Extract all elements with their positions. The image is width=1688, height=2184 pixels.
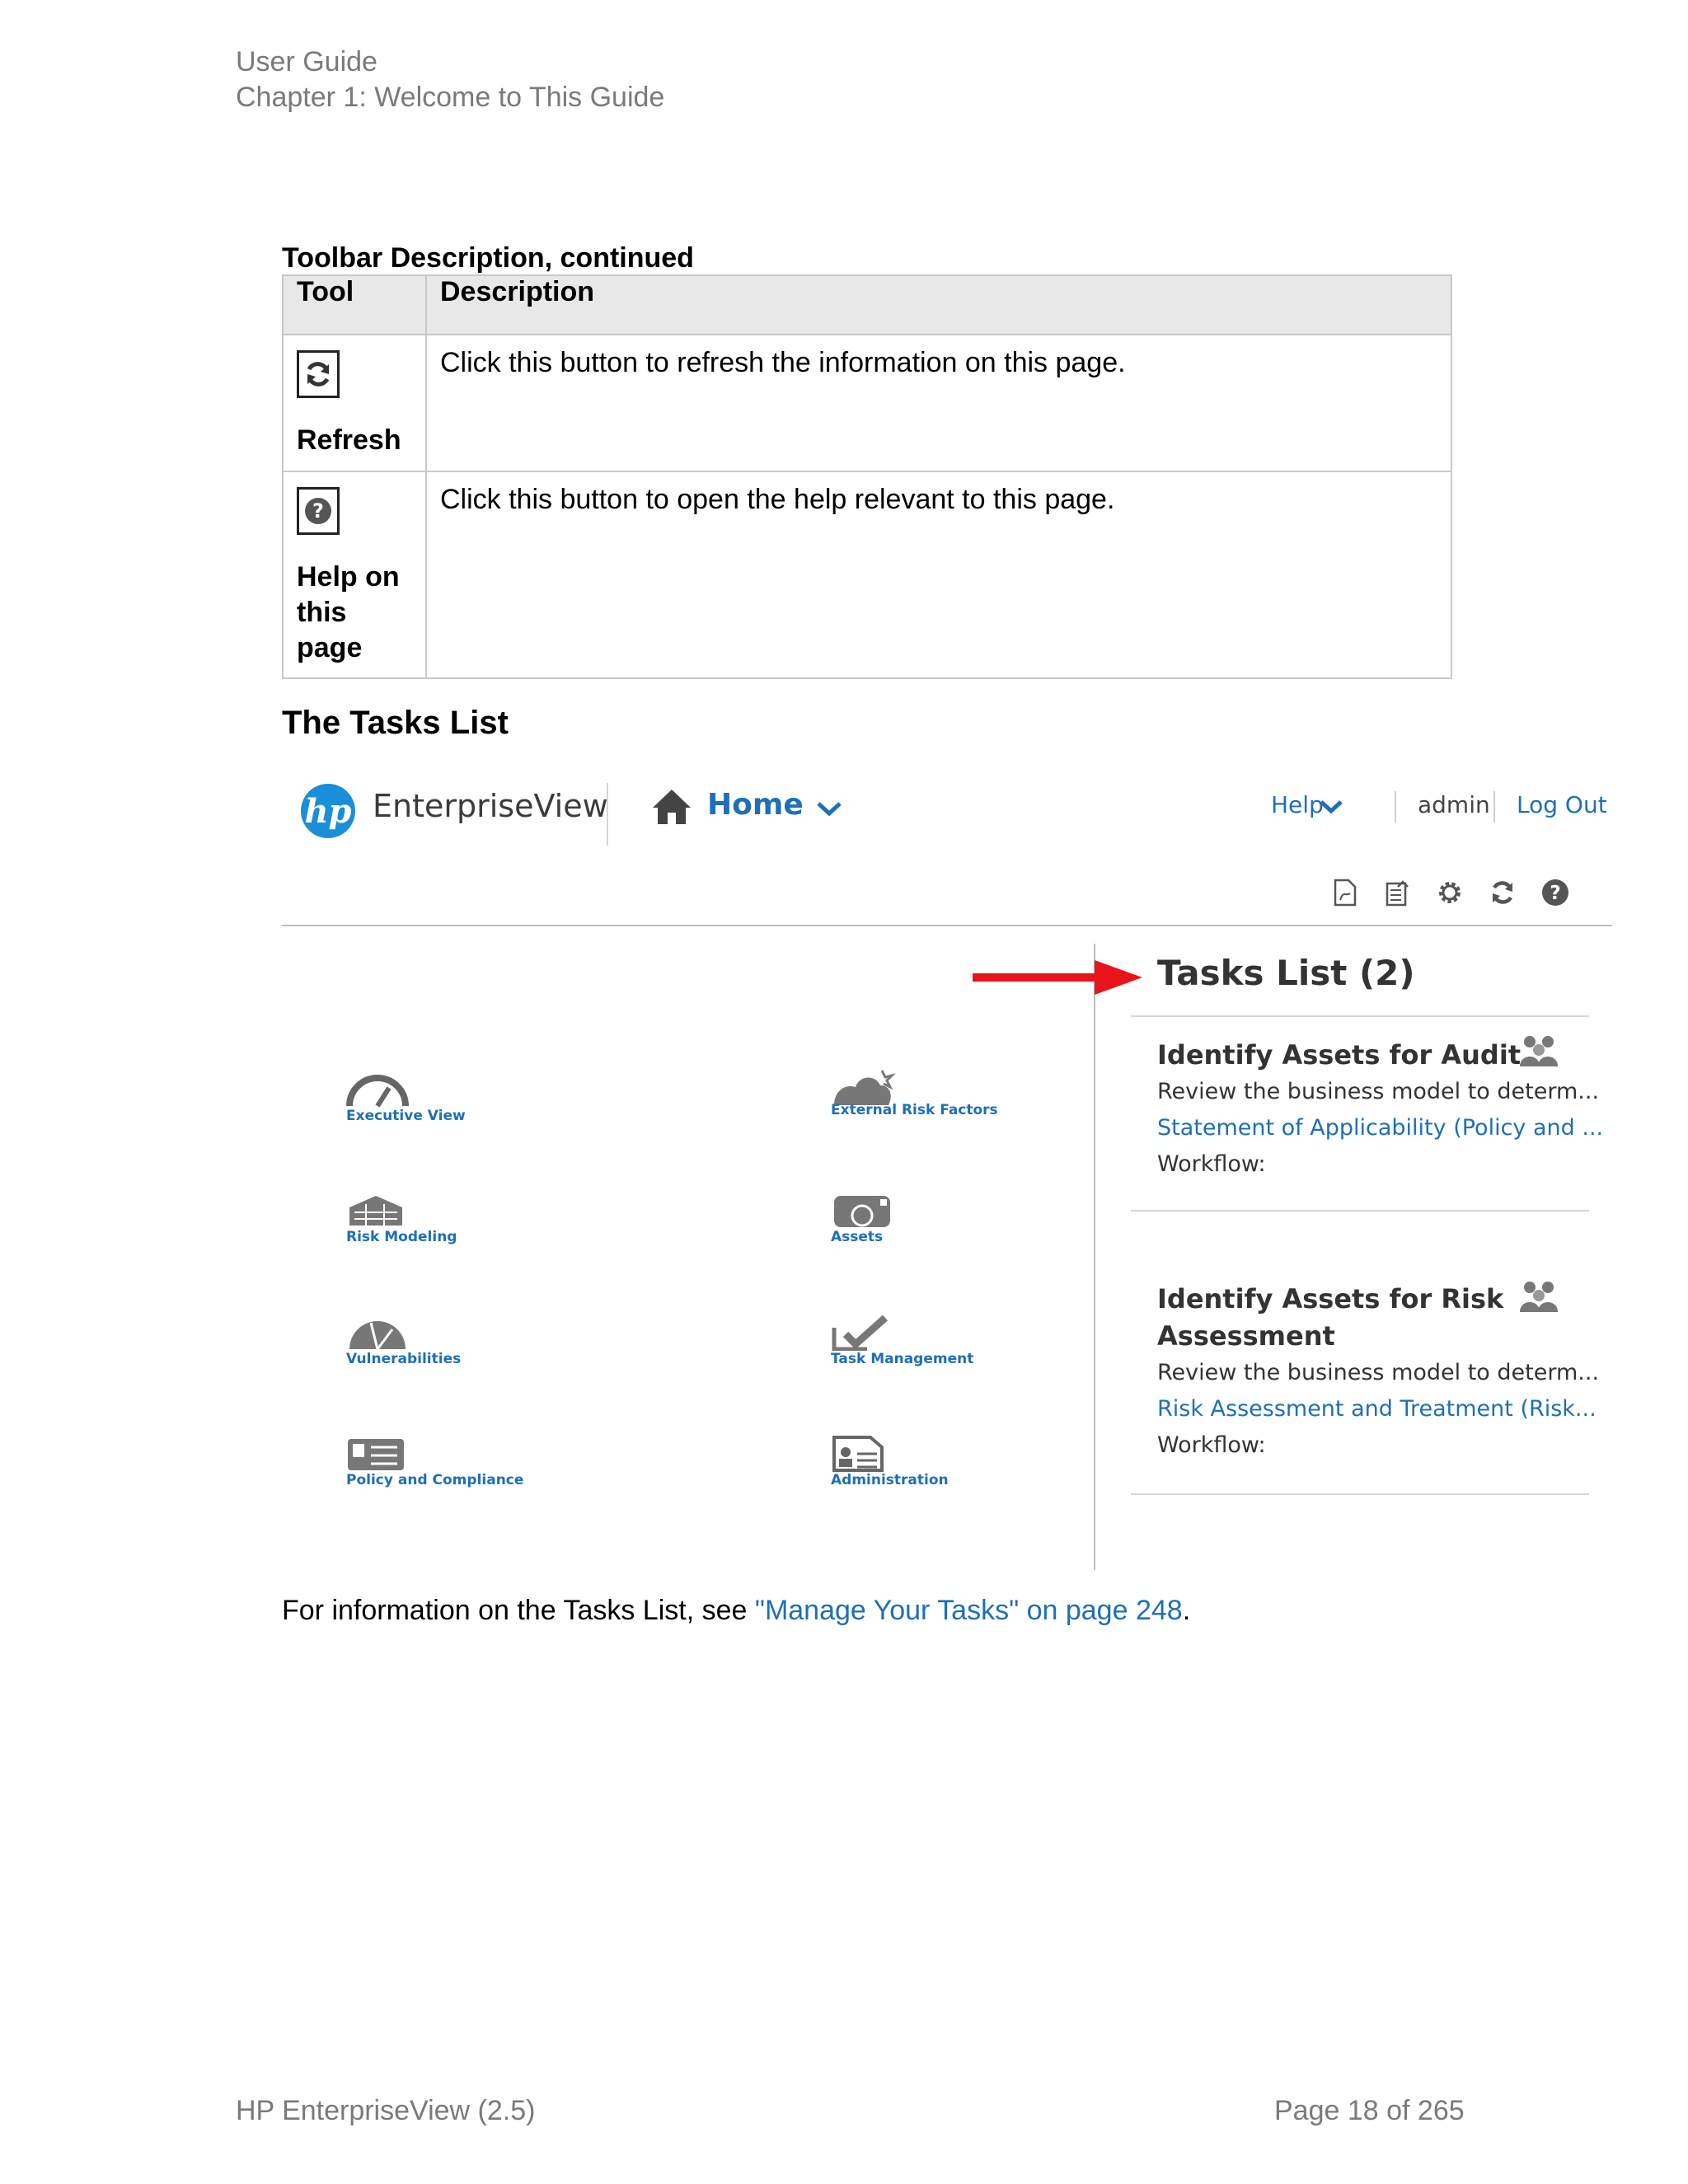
home-menu[interactable]: Home <box>707 788 804 822</box>
checkmark-icon <box>832 1315 888 1351</box>
tile-risk-modeling[interactable]: Risk Modeling <box>346 1193 544 1250</box>
info-text: For information on the Tasks List, see <box>282 1595 755 1626</box>
tool-name: Refresh <box>297 424 401 456</box>
divider <box>1131 1210 1589 1212</box>
group-icon <box>1520 1036 1558 1066</box>
tile-external-risk-factors[interactable]: External Risk Factors <box>831 1066 1029 1123</box>
divider <box>1493 791 1495 823</box>
tile-administration[interactable]: Administration <box>831 1436 1029 1493</box>
info-period: . <box>1182 1595 1191 1626</box>
tile-assets[interactable]: Assets <box>831 1193 1029 1250</box>
brand-name: EnterpriseView <box>373 788 608 824</box>
table-row: ? Help on this page Click this button to… <box>282 471 1452 679</box>
task-workflow-link[interactable]: Risk Assessment and Treatment (Risk... <box>1157 1391 1597 1427</box>
tool-description: Click this button to open the help relev… <box>425 471 1452 679</box>
help-icon[interactable]: ? <box>1541 879 1569 907</box>
module-tiles: Executive View External Risk Factors Ris… <box>282 927 1094 1570</box>
task-workflow-label: Workflow: <box>1157 1432 1266 1458</box>
header-chapter-title: Chapter 1: Welcome to This Guide <box>236 82 665 113</box>
task-item[interactable]: Identify Assets for Audit Review the bus… <box>1157 1037 1603 1183</box>
task-description: Review the business model to determ... <box>1157 1079 1600 1104</box>
tool-description: Click this button to refresh the informa… <box>425 334 1452 472</box>
divider <box>1395 791 1396 823</box>
report-icon[interactable] <box>1383 879 1411 907</box>
task-title[interactable]: Identify Assets for Audit <box>1157 1037 1569 1074</box>
administration-icon <box>832 1436 884 1472</box>
chevron-down-icon[interactable] <box>816 801 842 818</box>
tile-label: Executive View <box>346 1108 466 1124</box>
gear-icon[interactable] <box>1436 879 1464 907</box>
tool-name: Help on this page <box>297 561 400 663</box>
refresh-icon <box>297 350 340 398</box>
tile-policy-and-compliance[interactable]: Policy and Compliance <box>346 1436 544 1493</box>
toolbar-description-table: Tool Description Refresh Click this butt… <box>282 274 1452 679</box>
table-row: Refresh Click this button to refresh the… <box>282 334 1452 472</box>
tool-cell: Refresh <box>282 334 427 472</box>
svg-text:?: ? <box>1550 883 1560 904</box>
task-workflow-label: Workflow: <box>1157 1151 1266 1177</box>
task-item[interactable]: Identify Assets for Risk Assessment Revi… <box>1157 1281 1600 1464</box>
assets-icon <box>834 1196 890 1227</box>
divider <box>1131 1015 1589 1017</box>
chevron-down-icon[interactable] <box>1319 799 1343 816</box>
footer-page-number: Page 18 of 265 <box>1274 2095 1465 2126</box>
tile-label: External Risk Factors <box>831 1102 998 1118</box>
task-title[interactable]: Identify Assets for Risk Assessment <box>1157 1281 1569 1355</box>
tile-label: Risk Modeling <box>346 1229 457 1245</box>
svg-text:?: ? <box>312 499 324 523</box>
manage-your-tasks-link[interactable]: "Manage Your Tasks" on page 248 <box>755 1595 1183 1626</box>
divider <box>607 783 608 846</box>
help-icon: ? <box>297 487 340 535</box>
tile-label: Vulnerabilities <box>346 1351 462 1367</box>
column-header-description: Description <box>425 274 1452 335</box>
tile-executive-view[interactable]: Executive View <box>346 1071 544 1129</box>
tile-task-management[interactable]: Task Management <box>831 1315 1029 1372</box>
task-description: Review the business model to determ... <box>1157 1360 1600 1385</box>
tasks-list-title: Tasks List (2) <box>1157 953 1415 993</box>
enterpriseview-screenshot: hp EnterpriseView Home Help admin Log Ou… <box>282 758 1612 1570</box>
hp-logo: hp <box>301 784 355 838</box>
tool-cell: ? Help on this page <box>282 471 427 679</box>
column-header-tool: Tool <box>282 274 427 335</box>
header-guide-title: User Guide <box>236 46 377 77</box>
svg-text:hp: hp <box>304 792 351 831</box>
task-workflow-link[interactable]: Statement of Applicability (Policy and .… <box>1157 1110 1603 1146</box>
policy-icon <box>348 1439 404 1470</box>
vulnerability-icon <box>349 1321 406 1350</box>
tile-label: Administration <box>831 1472 949 1488</box>
tile-label: Policy and Compliance <box>346 1472 524 1488</box>
help-menu[interactable]: Help <box>1271 791 1324 818</box>
export-pdf-icon[interactable] <box>1330 879 1358 907</box>
divider <box>1094 944 1095 1570</box>
tile-label: Task Management <box>831 1351 974 1367</box>
info-paragraph: For information on the Tasks List, see "… <box>282 1595 1190 1627</box>
table-caption: Toolbar Description, continued <box>282 242 694 274</box>
group-icon <box>1520 1282 1558 1312</box>
tile-label: Assets <box>831 1229 884 1245</box>
logout-link[interactable]: Log Out <box>1517 791 1607 818</box>
divider <box>1131 1493 1589 1495</box>
refresh-icon[interactable] <box>1489 879 1517 907</box>
footer-product: HP EnterpriseView (2.5) <box>236 2095 536 2126</box>
home-icon[interactable] <box>651 788 692 826</box>
section-title: The Tasks List <box>282 705 509 741</box>
model-icon <box>349 1196 402 1226</box>
red-arrow-icon <box>973 960 1142 995</box>
gauge-icon <box>346 1075 409 1108</box>
divider <box>282 925 1612 926</box>
tile-vulnerabilities[interactable]: Vulnerabilities <box>346 1315 544 1372</box>
user-name: admin <box>1418 791 1490 818</box>
storm-icon <box>834 1070 896 1105</box>
app-top-bar: hp EnterpriseView Home Help admin Log Ou… <box>282 758 1612 927</box>
